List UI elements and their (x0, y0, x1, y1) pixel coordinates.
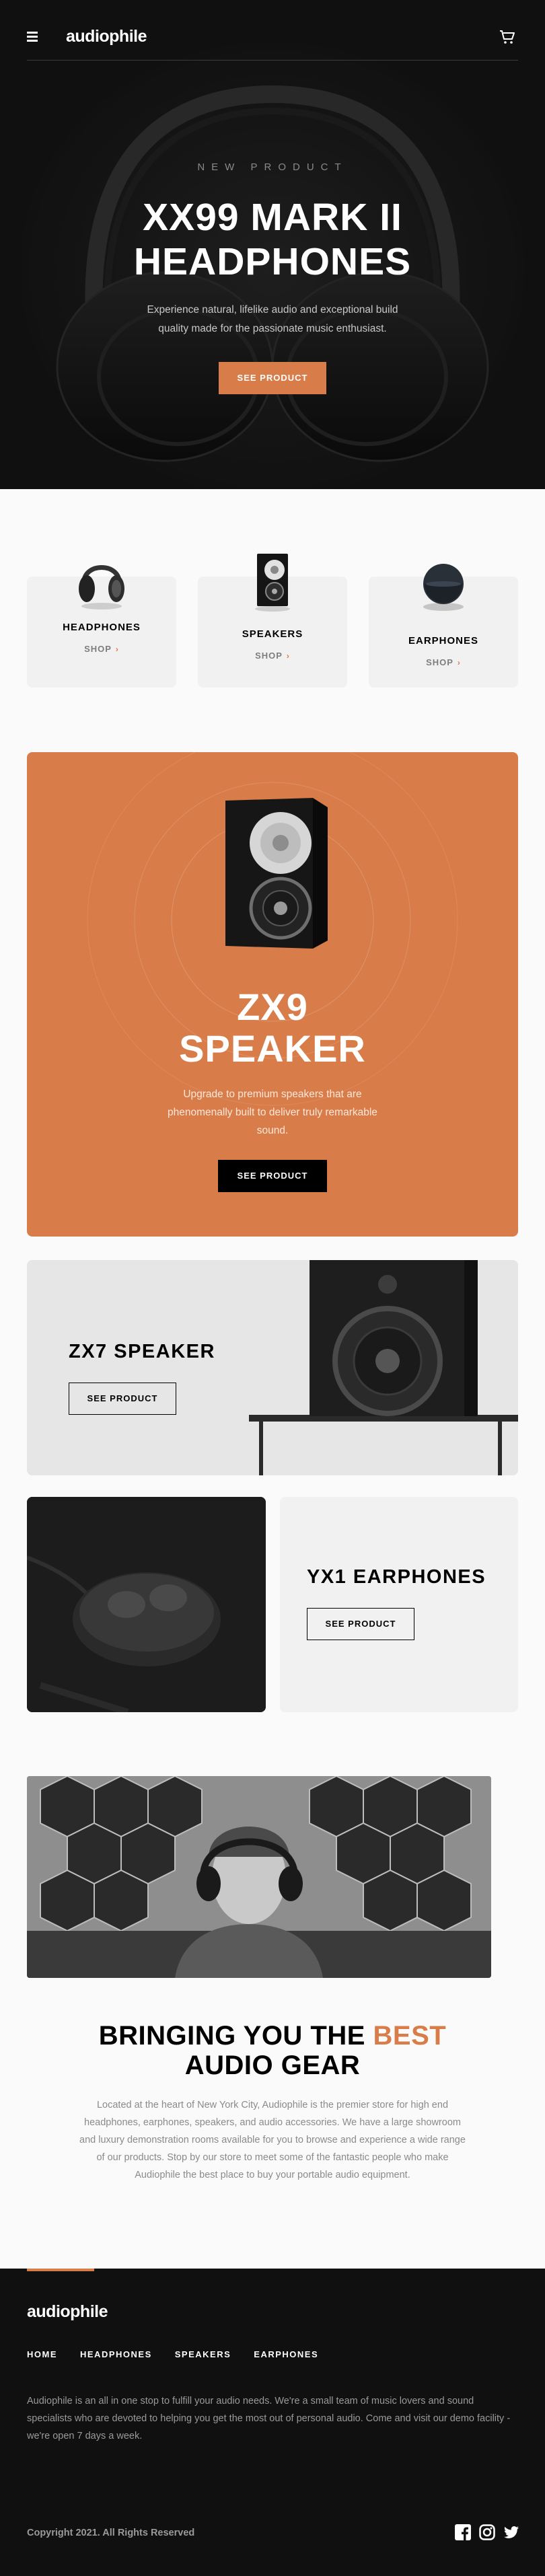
man-with-headphones-image (27, 1776, 491, 1978)
hero-section: audiophile NEW PRODUCT XX99 MARK II HEAD… (0, 0, 545, 489)
yx1-earphones-image (27, 1497, 266, 1712)
zx7-speaker-promo: ZX7 SPEAKER SEE PRODUCT (27, 1260, 518, 1475)
hero-overline: NEW PRODUCT (197, 161, 348, 173)
zx9-title: ZX9 SPEAKER (179, 986, 366, 1070)
hero-title: XX99 MARK II HEADPHONES (133, 196, 412, 283)
category-card-earphones[interactable]: EARPHONES SHOP › (369, 564, 518, 688)
footer-nav-headphones[interactable]: HEADPHONES (80, 2349, 152, 2359)
footer-logo[interactable]: audiophile (27, 2302, 108, 2322)
zx7-title: ZX7 SPEAKER (69, 1341, 215, 1362)
headphones-thumbnail-image (79, 565, 124, 610)
zx9-speaker-image (225, 798, 328, 949)
earphones-thumbnail-image (423, 564, 464, 611)
hero-see-product-button[interactable]: SEE PRODUCT (219, 362, 326, 394)
category-title: EARPHONES (408, 635, 479, 647)
site-logo[interactable]: audiophile (66, 27, 147, 46)
hero-description: Experience natural, lifelike audio and e… (147, 304, 398, 334)
facebook-icon[interactable] (455, 2524, 471, 2540)
footer-nav-earphones[interactable]: EARPHONES (254, 2349, 318, 2359)
about-description: Located at the heart of New York City, A… (79, 2100, 466, 2180)
instagram-icon[interactable] (479, 2524, 495, 2540)
category-shop-link[interactable]: SHOP › (27, 644, 176, 654)
chevron-right-icon: › (457, 658, 461, 667)
yx1-see-product-button[interactable]: SEE PRODUCT (307, 1608, 414, 1640)
zx7-see-product-button[interactable]: SEE PRODUCT (69, 1383, 176, 1415)
footer-navigation: HOME HEADPHONES SPEAKERS EARPHONES (27, 2349, 318, 2359)
footer-description: Audiophile is an all in one stop to fulf… (27, 2396, 511, 2441)
hamburger-menu-icon[interactable] (27, 32, 38, 42)
category-card-headphones[interactable]: HEADPHONES SHOP › (27, 565, 176, 688)
zx9-speaker-promo: ZX9 SPEAKER Upgrade to premium speakers t… (27, 752, 518, 1237)
category-card-speakers[interactable]: SPEAKERS SHOP › (198, 554, 347, 688)
chevron-right-icon: › (286, 651, 290, 661)
copyright-text: Copyright 2021. All Rights Reserved (27, 2528, 195, 2538)
yx1-title: YX1 EARPHONES (307, 1566, 486, 1588)
category-shop-link[interactable]: SHOP › (198, 651, 347, 661)
footer-accent-bar (27, 2269, 94, 2271)
page: audiophile NEW PRODUCT XX99 MARK II HEAD… (0, 0, 545, 2576)
cart-icon[interactable] (499, 30, 515, 44)
zx7-speaker-image (27, 1260, 518, 1475)
yx1-earphones-promo: YX1 EARPHONES SEE PRODUCT (280, 1497, 518, 1712)
footer-nav-home[interactable]: HOME (27, 2349, 57, 2359)
social-links (455, 2524, 519, 2540)
category-shop-link[interactable]: SHOP › (369, 657, 518, 667)
zx9-see-product-button[interactable]: SEE PRODUCT (218, 1160, 327, 1192)
site-footer: audiophile HOME HEADPHONES SPEAKERS EARP… (0, 2269, 545, 2576)
about-title: BRINGING YOU THE BEST AUDIO GEAR (98, 2021, 447, 2080)
twitter-icon[interactable] (503, 2524, 519, 2540)
chevron-right-icon: › (115, 645, 119, 654)
category-title: HEADPHONES (63, 622, 141, 633)
category-title: SPEAKERS (242, 628, 303, 640)
speaker-thumbnail-image (255, 554, 290, 612)
zx9-description: Upgrade to premium speakers that are phe… (168, 1089, 377, 1136)
yx1-earphones-case-image (27, 1497, 266, 1712)
footer-nav-speakers[interactable]: SPEAKERS (175, 2349, 231, 2359)
header-divider (27, 60, 518, 61)
top-navigation-bar: audiophile (0, 0, 545, 61)
about-listener-image (27, 1776, 491, 1978)
